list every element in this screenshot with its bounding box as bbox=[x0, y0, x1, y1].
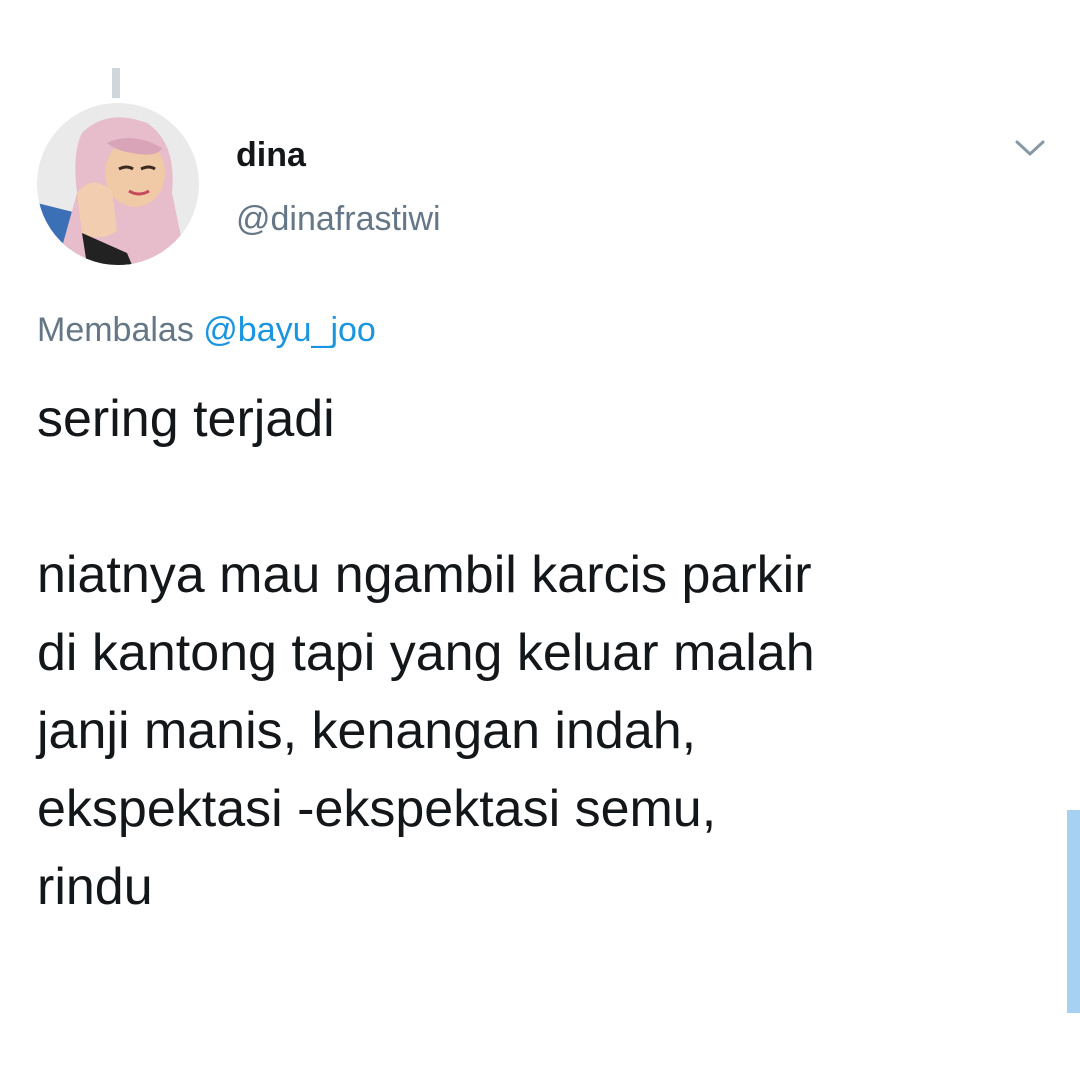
tweet-options-button[interactable] bbox=[1008, 130, 1052, 166]
tweet-text-paragraph-1: sering terjadi bbox=[37, 390, 335, 448]
tweet-text-paragraph-2: niatnya mau ngambil karcis parkir di kan… bbox=[37, 546, 815, 916]
author-handle[interactable]: @dinafrastiwi bbox=[236, 200, 441, 239]
thread-connector-line bbox=[112, 68, 120, 98]
author-display-name[interactable]: dina bbox=[236, 136, 306, 175]
user-avatar-photo-icon bbox=[37, 103, 199, 265]
chevron-down-icon bbox=[1015, 140, 1045, 156]
reply-context: Membalas @bayu_joo bbox=[37, 311, 376, 350]
scroll-indicator[interactable] bbox=[1067, 810, 1080, 1013]
reply-mention-link[interactable]: @bayu_joo bbox=[203, 311, 376, 349]
reply-context-prefix: Membalas bbox=[37, 311, 194, 349]
avatar[interactable] bbox=[37, 103, 199, 265]
tweet-text: sering terjadi niatnya mau ngambil karci… bbox=[37, 380, 1057, 926]
